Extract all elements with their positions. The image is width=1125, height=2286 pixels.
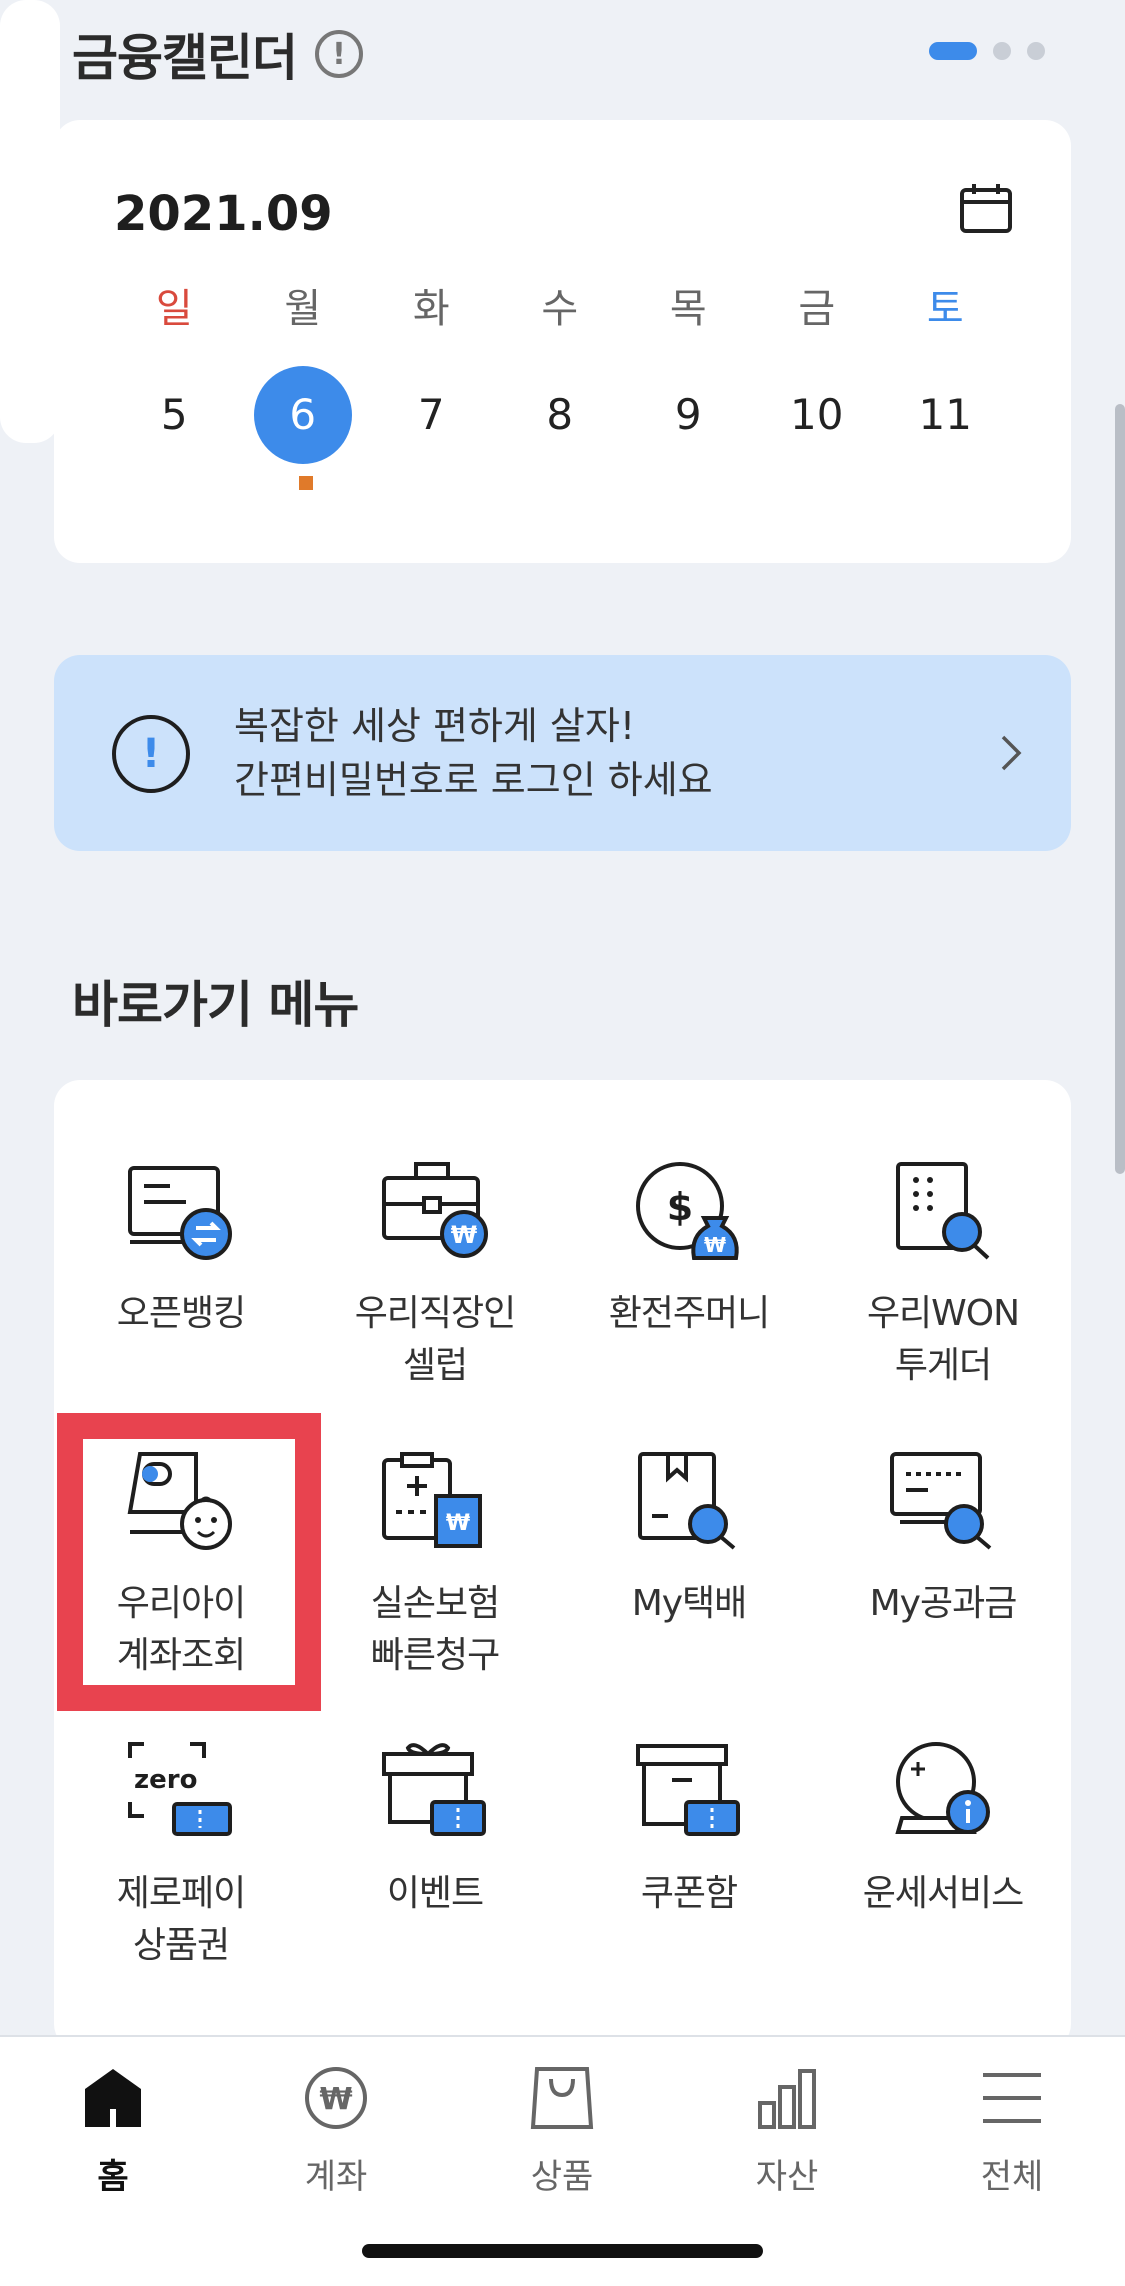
weekday-label: 목 bbox=[669, 286, 707, 332]
menu-exchange-pocket[interactable]: $ ₩ 환전주머니 bbox=[562, 1160, 816, 1340]
event-marker bbox=[299, 476, 313, 490]
carousel-page-indicator bbox=[929, 42, 1045, 60]
next-card-peek[interactable] bbox=[0, 0, 60, 443]
menu-label: 오픈뱅킹 bbox=[116, 1293, 246, 1334]
page-dot bbox=[1027, 42, 1045, 60]
shortcut-section-header: 바로가기 메뉴 bbox=[72, 965, 359, 1037]
menu-label: My택배 bbox=[631, 1583, 748, 1624]
home-indicator bbox=[362, 2244, 763, 2258]
banner-line-2: 간편비밀번호로 로그인 하세요 bbox=[234, 758, 713, 802]
svg-text:₩: ₩ bbox=[319, 2082, 352, 2117]
shopping-bag-icon bbox=[530, 2067, 594, 2129]
menu-label: 이벤트 bbox=[386, 1873, 484, 1914]
calendar-weekday-row: 일 월 화 수 목 금 토 bbox=[110, 276, 1010, 334]
menu-woori-won-together[interactable]: 우리WON 투게더 bbox=[816, 1160, 1070, 1392]
scrollbar[interactable] bbox=[1115, 404, 1125, 1174]
nav-all-menu[interactable]: 전체 bbox=[932, 2065, 1092, 2198]
nav-label: 전체 bbox=[980, 2157, 1044, 2197]
menu-label: 실손보험 빠른청구 bbox=[370, 1583, 500, 1676]
calendar-section-title: 금융캘린더 bbox=[72, 29, 298, 87]
hamburger-menu-icon bbox=[983, 2073, 1041, 2123]
medical-claim-icon: ₩ bbox=[382, 1452, 482, 1548]
nav-products[interactable]: 상품 bbox=[482, 2065, 642, 2198]
zeropay-icon: zero bbox=[128, 1742, 232, 1836]
alert-icon: ! bbox=[112, 715, 190, 793]
nav-home[interactable]: 홈 bbox=[33, 2065, 193, 2198]
menu-label: 환전주머니 bbox=[608, 1293, 771, 1334]
coupon-box-icon bbox=[636, 1744, 740, 1836]
weekday-label: 월 bbox=[284, 286, 322, 332]
chevron-right-icon bbox=[1001, 735, 1022, 771]
calendar-day[interactable]: 10 bbox=[753, 366, 882, 464]
svg-text:zero: zero bbox=[134, 1765, 197, 1795]
weekday-label: 토 bbox=[926, 286, 964, 332]
crystal-ball-icon bbox=[895, 1742, 990, 1834]
menu-open-banking[interactable]: 오픈뱅킹 bbox=[54, 1160, 308, 1340]
menu-label: My공과금 bbox=[869, 1583, 1018, 1624]
svg-text:$: $ bbox=[667, 1185, 693, 1229]
weekday-label: 화 bbox=[412, 286, 450, 332]
menu-label: 우리WON 투게더 bbox=[866, 1293, 1020, 1386]
page-dot-active bbox=[929, 42, 977, 60]
exchange-pouch-icon: $ ₩ bbox=[636, 1162, 739, 1260]
calendar-card[interactable]: 2021.09 일 월 화 수 목 금 토 5 6 7 8 9 10 11 bbox=[54, 120, 1071, 563]
nav-label: 상품 bbox=[530, 2157, 594, 2197]
svg-text:₩: ₩ bbox=[446, 1511, 470, 1536]
nav-account[interactable]: ₩ 계좌 bbox=[256, 2065, 416, 2198]
highlight-box bbox=[57, 1413, 321, 1711]
info-icon[interactable]: ! bbox=[315, 30, 363, 78]
menu-event[interactable]: 이벤트 bbox=[308, 1740, 562, 1920]
menu-zeropay-voucher[interactable]: zero 제로페이 상품권 bbox=[54, 1740, 308, 1972]
menu-insurance-claim[interactable]: ₩ 실손보험 빠른청구 bbox=[308, 1450, 562, 1682]
weekday-label: 일 bbox=[155, 286, 193, 332]
menu-label: 운세서비스 bbox=[862, 1873, 1025, 1914]
menu-fortune-service[interactable]: 운세서비스 bbox=[816, 1740, 1070, 1920]
home-icon bbox=[85, 2069, 141, 2127]
menu-coupon-box[interactable]: 쿠폰함 bbox=[562, 1740, 816, 1920]
svg-text:₩: ₩ bbox=[704, 1233, 726, 1257]
nav-label: 홈 bbox=[97, 2157, 129, 2197]
nav-label: 계좌 bbox=[304, 2157, 368, 2197]
calendar-day[interactable]: 8 bbox=[496, 366, 625, 464]
nav-label: 자산 bbox=[755, 2157, 819, 2197]
weekday-label: 수 bbox=[541, 286, 579, 332]
banner-text: 복잡한 세상 편하게 살자! 간편비밀번호로 로그인 하세요 bbox=[234, 699, 713, 807]
nav-assets[interactable]: 자산 bbox=[707, 2065, 867, 2198]
shortcut-section-title: 바로가기 메뉴 bbox=[72, 976, 359, 1034]
calendar-day-row: 5 6 7 8 9 10 11 bbox=[110, 366, 1010, 464]
menu-my-delivery[interactable]: My택배 bbox=[562, 1450, 816, 1630]
gift-icon bbox=[382, 1743, 486, 1836]
menu-my-utility-bill[interactable]: My공과금 bbox=[816, 1450, 1070, 1630]
calendar-day-selected[interactable]: 6 bbox=[239, 366, 368, 464]
calendar-day[interactable]: 9 bbox=[624, 366, 753, 464]
svg-text:₩: ₩ bbox=[451, 1221, 478, 1249]
calendar-section-header: 금융캘린더 ! bbox=[72, 18, 363, 90]
menu-woori-worker-celeb[interactable]: ₩ 우리직장인 셀럽 bbox=[308, 1160, 562, 1392]
delivery-box-search-icon bbox=[638, 1452, 736, 1550]
search-document-icon bbox=[896, 1162, 990, 1260]
menu-label: 쿠폰함 bbox=[640, 1873, 738, 1914]
menu-label: 제로페이 상품권 bbox=[116, 1873, 246, 1966]
bar-chart-icon bbox=[758, 2069, 816, 2129]
calendar-day[interactable]: 11 bbox=[881, 366, 1010, 464]
briefcase-icon: ₩ bbox=[382, 1162, 488, 1258]
open-banking-icon bbox=[128, 1166, 232, 1260]
calendar-month: 2021.09 bbox=[114, 186, 333, 242]
weekday-label: 금 bbox=[798, 286, 836, 332]
won-icon: ₩ bbox=[305, 2067, 367, 2129]
bill-search-icon bbox=[890, 1452, 992, 1550]
calendar-icon[interactable] bbox=[959, 182, 1013, 234]
banner-line-1: 복잡한 세상 편하게 살자! bbox=[234, 704, 636, 748]
calendar-day[interactable]: 5 bbox=[110, 366, 239, 464]
page-dot bbox=[993, 42, 1011, 60]
menu-label: 우리직장인 셀럽 bbox=[354, 1293, 517, 1386]
login-banner[interactable]: ! 복잡한 세상 편하게 살자! 간편비밀번호로 로그인 하세요 bbox=[54, 655, 1071, 851]
calendar-day[interactable]: 7 bbox=[367, 366, 496, 464]
